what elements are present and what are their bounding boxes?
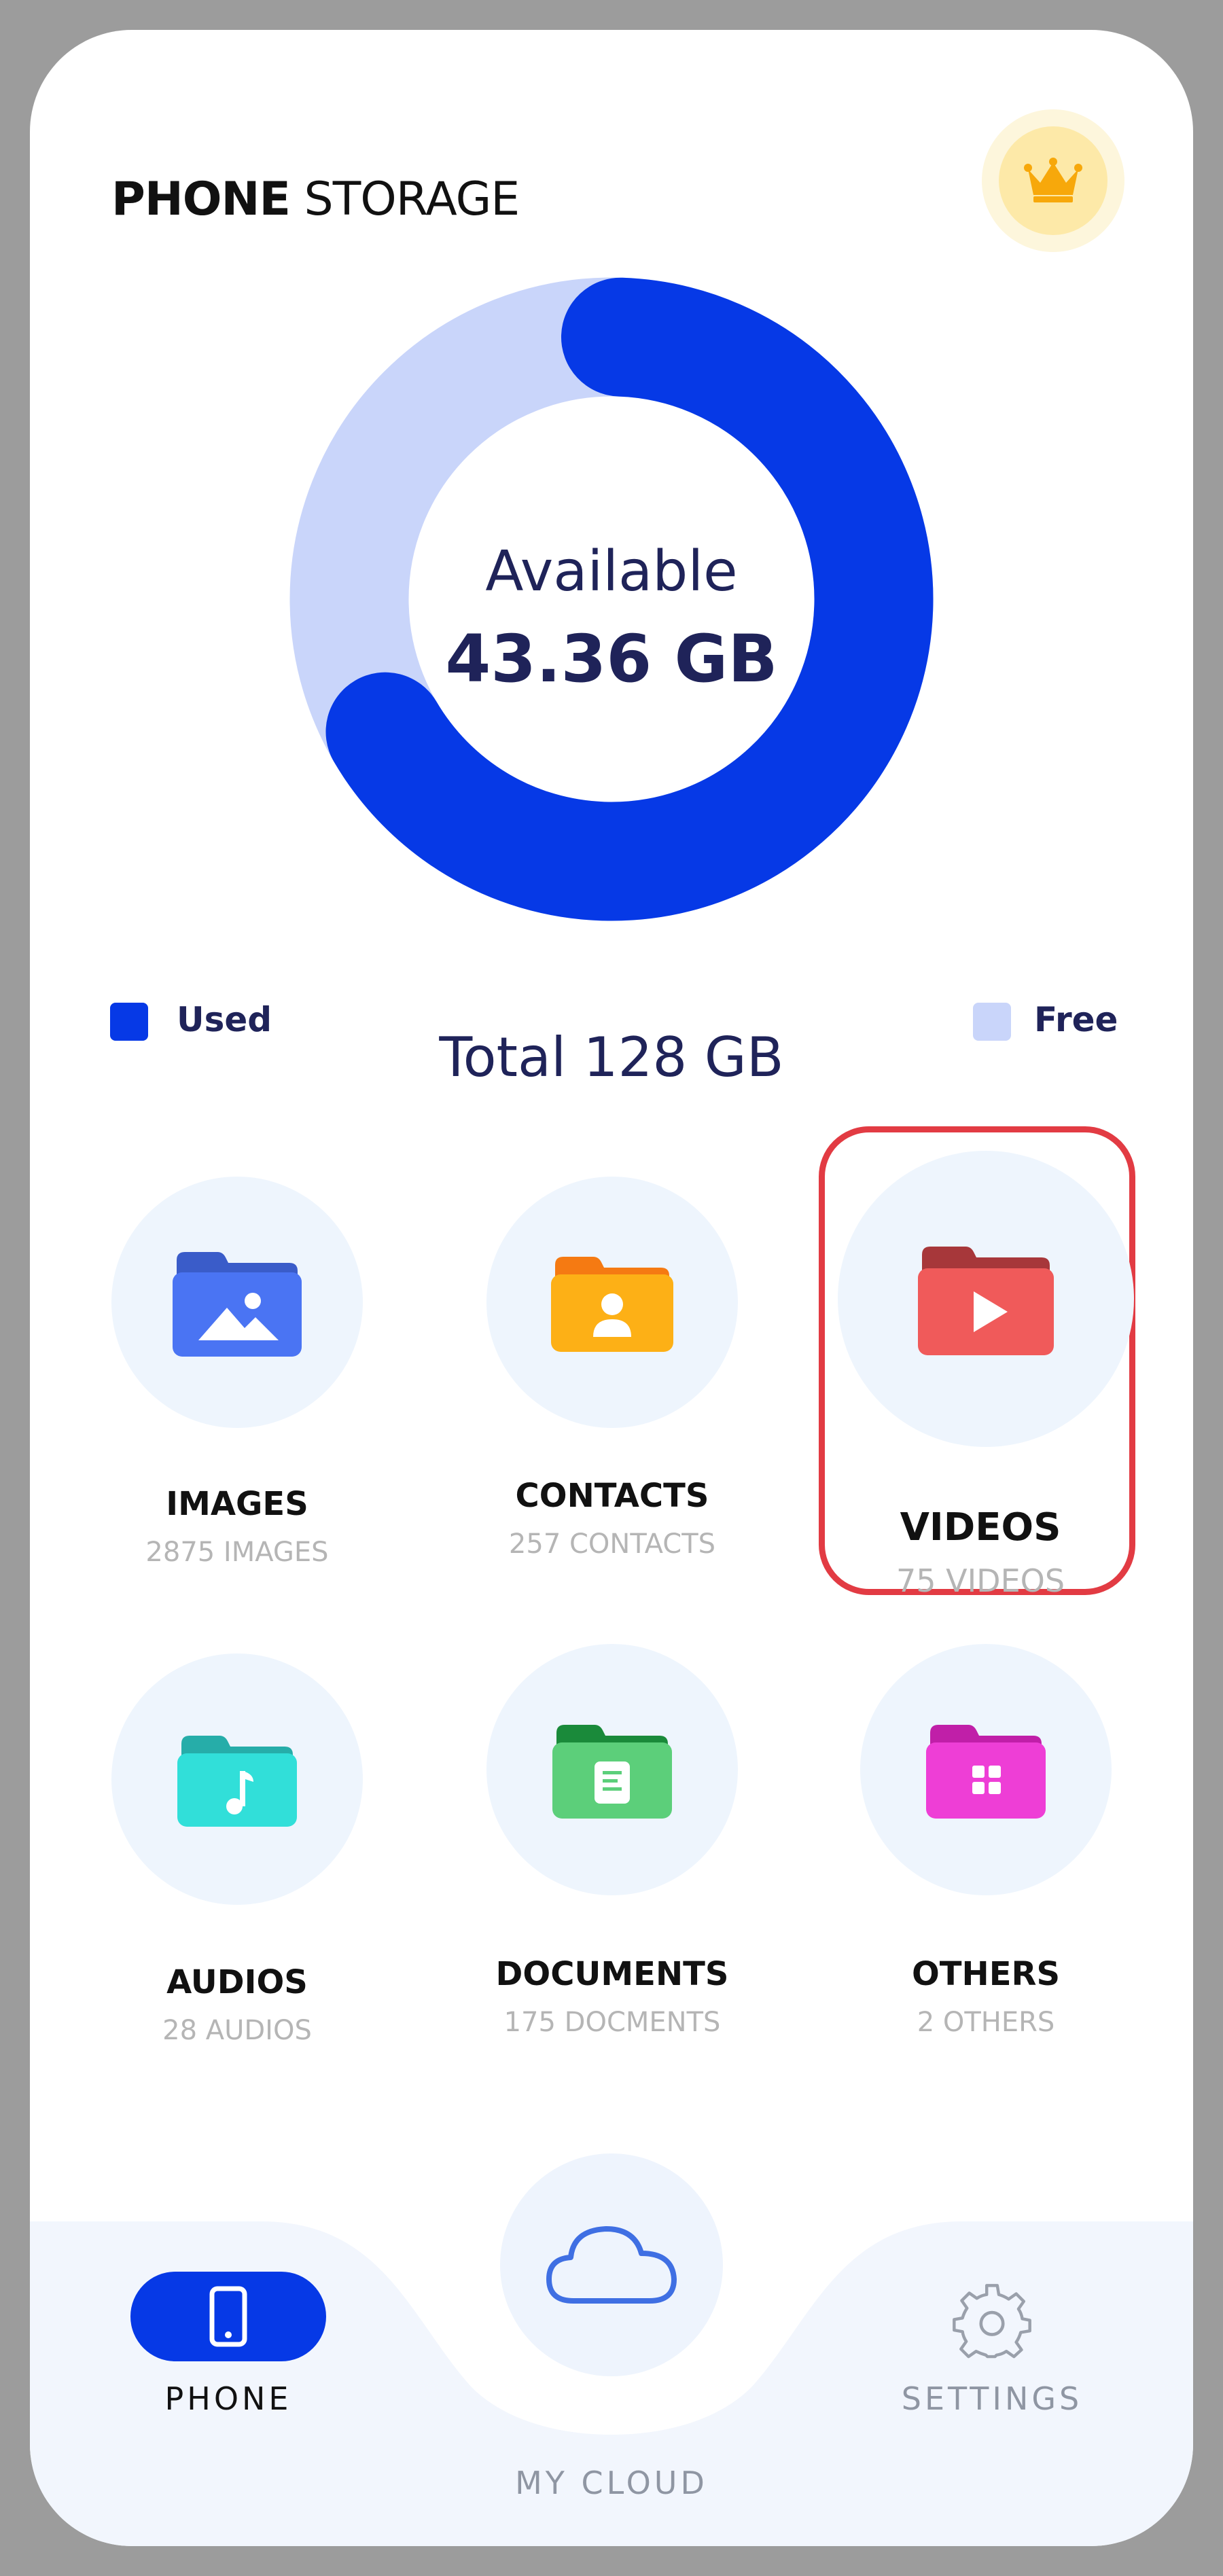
phone-tab[interactable] [130,2272,326,2361]
settings-tab-label[interactable]: SETTINGS [890,2380,1094,2417]
my-cloud-button[interactable] [500,2153,723,2376]
my-cloud-label: MY CLOUD [515,2465,708,2501]
cloud-icon [546,2226,677,2304]
phone-icon [209,2286,247,2347]
phone-tab-label: PHONE [164,2380,292,2417]
settings-gear-icon[interactable] [953,2283,1031,2361]
phone-screen: PHONE STORAGE Available 43.36 GB Used To… [30,30,1193,2546]
